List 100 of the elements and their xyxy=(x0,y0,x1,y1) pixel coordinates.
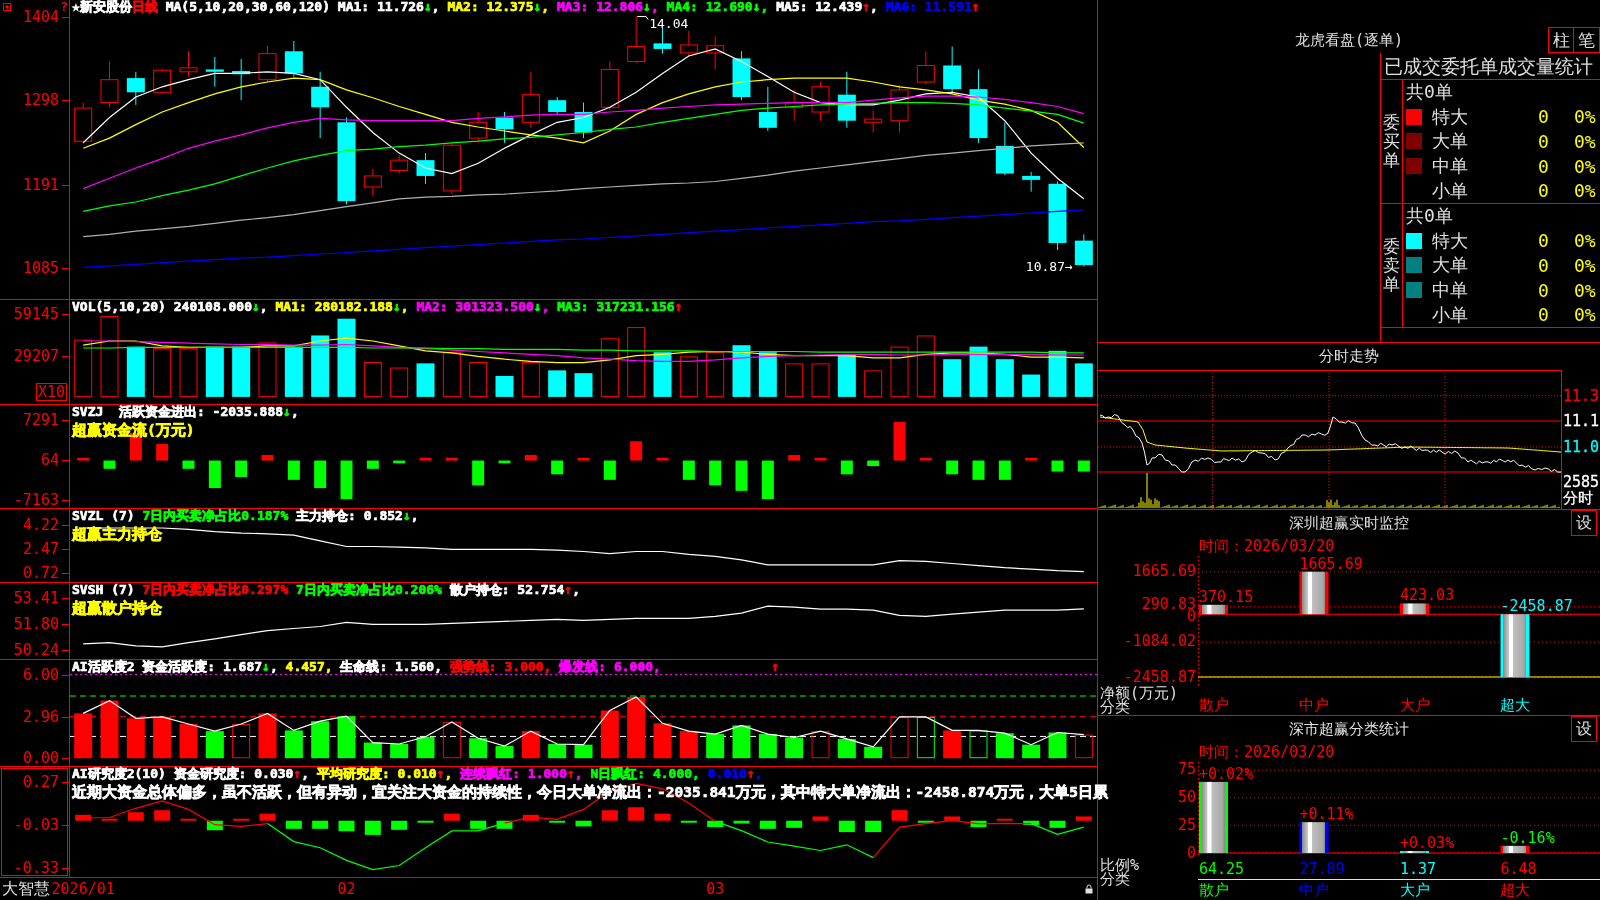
panel-title: 深圳超赢实时监控 xyxy=(1289,513,1409,533)
lock-icon[interactable] xyxy=(1085,884,1093,894)
axis-label: 11.0 xyxy=(1563,438,1600,456)
square-icon[interactable] xyxy=(3,3,11,11)
order-total: 共0单 xyxy=(1406,80,1453,105)
help-mark[interactable]: ? xyxy=(60,0,68,14)
axis-label: 11.1 xyxy=(1563,412,1600,430)
bar xyxy=(75,814,92,821)
bar xyxy=(156,444,169,461)
bar xyxy=(363,742,382,759)
bar xyxy=(998,460,1011,480)
indicator-caption: 超赢散户持仓 xyxy=(72,599,162,617)
bar xyxy=(943,730,962,759)
order-count: 0 xyxy=(1537,180,1549,202)
candle xyxy=(548,96,567,115)
bar xyxy=(706,734,725,759)
bar xyxy=(469,362,488,397)
bar xyxy=(944,816,961,821)
toggle-button[interactable]: 柱 xyxy=(1548,27,1574,53)
bar xyxy=(314,460,327,489)
candle xyxy=(758,86,777,132)
bar xyxy=(600,710,619,759)
bar xyxy=(233,818,250,821)
bar xyxy=(126,346,145,397)
bar xyxy=(1048,732,1067,759)
bar xyxy=(577,457,590,461)
bar xyxy=(340,460,353,500)
bar xyxy=(261,455,274,461)
bar xyxy=(893,422,906,461)
bar xyxy=(232,346,251,397)
bar xyxy=(364,820,381,835)
bar xyxy=(943,359,962,397)
order-size-label: 小单 xyxy=(1432,302,1468,327)
axis-label: 50 xyxy=(1177,792,1196,804)
axis-label: -7163 xyxy=(13,491,59,509)
panel-title: 龙虎看盘(逐单) xyxy=(1294,31,1404,51)
axis-label: 29207 xyxy=(13,347,59,366)
change-label: +0.11% xyxy=(1299,805,1354,824)
chart-subtitle: 时间：2026/03/20 xyxy=(1199,537,1335,555)
date-label: 2026/01 xyxy=(51,879,115,900)
bar xyxy=(393,460,406,464)
bar xyxy=(235,460,248,478)
value-label: 370.15 xyxy=(1199,587,1254,606)
bar xyxy=(733,820,750,824)
order-count: 0 xyxy=(1537,255,1549,276)
candle xyxy=(179,50,198,78)
bar xyxy=(287,460,300,480)
bar xyxy=(205,731,224,759)
bar xyxy=(785,363,804,397)
bar xyxy=(259,813,276,821)
bar xyxy=(417,820,434,823)
bar xyxy=(1074,363,1093,397)
order-share: 0% xyxy=(1573,304,1596,326)
order-count: 0 xyxy=(1537,279,1549,301)
axis-label: -0.03 xyxy=(13,815,59,834)
bar xyxy=(630,441,643,461)
axis-title: 净额(万元) xyxy=(1100,686,1179,700)
candle xyxy=(890,84,909,134)
category-label: 大户 xyxy=(1399,880,1430,900)
settings-button[interactable]: 设 xyxy=(1571,716,1597,742)
unit-label: X10 xyxy=(35,383,67,401)
bar xyxy=(182,460,195,469)
order-size-label: 中单 xyxy=(1432,154,1468,179)
axis-label: -1084.02 xyxy=(1123,636,1196,648)
table-title: 已成交委托单成交量统计 xyxy=(1384,55,1593,77)
toggle-button[interactable]: 笔 xyxy=(1574,27,1600,53)
candle xyxy=(126,71,145,106)
bar xyxy=(338,820,355,832)
bar xyxy=(472,460,485,486)
bar xyxy=(996,818,1013,821)
axis-label: 0.72 xyxy=(22,564,59,583)
bar xyxy=(732,345,751,397)
bar xyxy=(707,820,724,828)
settings-button[interactable]: 设 xyxy=(1571,510,1597,536)
bar xyxy=(574,744,593,759)
bar xyxy=(656,457,669,461)
bar xyxy=(628,807,645,821)
order-count: 0 xyxy=(1537,304,1549,326)
axis-label: 75 xyxy=(1177,764,1196,776)
bar xyxy=(551,460,564,475)
candle xyxy=(837,71,856,129)
bar xyxy=(1199,604,1228,615)
axis-label: 53.41 xyxy=(13,588,59,607)
category-label: 中户 xyxy=(1298,880,1330,900)
order-share: 0% xyxy=(1573,106,1596,128)
bar xyxy=(679,356,698,397)
change-label: -0.16% xyxy=(1500,828,1555,847)
candle xyxy=(469,111,488,144)
bar xyxy=(709,460,722,486)
axis-label: 1191 xyxy=(22,175,59,194)
order-share: 0% xyxy=(1573,255,1596,276)
candle xyxy=(416,152,435,185)
bar xyxy=(814,457,827,461)
axis-label: 59145 xyxy=(13,305,59,324)
bar xyxy=(311,335,330,397)
order-count: 0 xyxy=(1537,155,1549,177)
order-size-label: 小单 xyxy=(1432,178,1468,203)
date-label: 02 xyxy=(337,879,356,900)
bar xyxy=(759,820,776,829)
candle xyxy=(100,61,119,108)
